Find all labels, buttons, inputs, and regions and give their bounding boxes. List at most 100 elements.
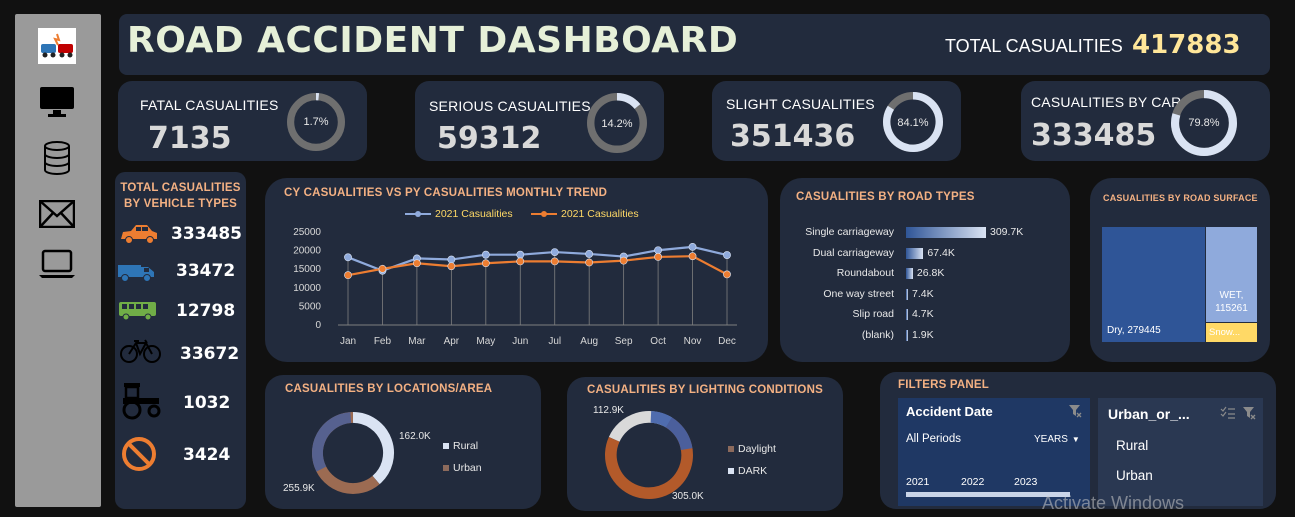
road-type-value: 26.8K xyxy=(916,267,945,280)
kpi-card-serious: SERIOUS CASUALITIES 59312 14.2% xyxy=(415,81,664,161)
data-point xyxy=(344,253,352,262)
location-value-urban: 255.9K xyxy=(283,483,315,494)
data-point xyxy=(585,250,594,258)
lighting-value-daylight: 305.0K xyxy=(672,491,704,502)
x-tick-label: Jan xyxy=(340,336,356,347)
monitor-icon[interactable] xyxy=(37,84,77,120)
data-point xyxy=(413,259,421,268)
road-type-bar xyxy=(906,330,908,341)
road-type-bar xyxy=(906,288,908,300)
laptop-icon[interactable] xyxy=(37,246,77,282)
vehicle-value-other: 3424 xyxy=(183,445,231,465)
database-icon[interactable] xyxy=(37,140,77,176)
kpi-card-car: CASUALITIES BY CAR 333485 79.8% xyxy=(1021,81,1270,161)
urban-rural-slicer[interactable]: Urban_or_... Rural Urban xyxy=(1098,398,1263,506)
data-point xyxy=(516,250,525,259)
accident-date-title: Accident Date xyxy=(906,404,993,419)
location-value-rural: 162.0K xyxy=(399,431,431,442)
kpi-donut-label: 84.1% xyxy=(897,117,929,129)
lighting-value-dark: 112.9K xyxy=(593,405,624,416)
series-line xyxy=(347,255,728,277)
mail-icon[interactable] xyxy=(37,196,77,232)
page-title: ROAD ACCIDENT DASHBOARD xyxy=(127,20,739,61)
road-type-bar xyxy=(906,247,924,259)
clear-filter-icon[interactable] xyxy=(1068,404,1082,418)
option-rural[interactable]: Rural xyxy=(1116,438,1148,453)
filters-panel: FILTERS PANEL Accident Date All Periods … xyxy=(880,372,1276,509)
road-type-value: 67.4K xyxy=(927,246,955,259)
data-point xyxy=(654,246,662,255)
year-label[interactable]: 2021 xyxy=(906,476,929,488)
data-point xyxy=(516,257,525,266)
road-type-bar xyxy=(906,309,908,321)
legend-dark: DARK xyxy=(738,465,768,477)
data-point xyxy=(688,252,697,261)
data-point xyxy=(723,270,731,279)
road-type-value: 4.7K xyxy=(912,308,934,321)
x-tick-label: Aug xyxy=(580,336,598,347)
van-icon xyxy=(118,265,154,282)
sidebar xyxy=(15,14,101,507)
urban-rural-title: Urban_or_... xyxy=(1108,406,1190,422)
donut-fill xyxy=(616,93,641,110)
kpi-value: 351436 xyxy=(730,119,856,154)
y-tick-label: 5000 xyxy=(299,301,322,312)
road-type-bar xyxy=(906,268,913,280)
filters-title: FILTERS PANEL xyxy=(898,379,989,391)
kpi-label: CASUALITIES BY CAR xyxy=(1031,94,1182,110)
data-point xyxy=(654,253,662,261)
legend-label: 2021 Casualities xyxy=(561,208,639,220)
legend-swatch-urban xyxy=(443,465,449,471)
chevron-down-icon: ▼ xyxy=(1071,435,1080,444)
year-label[interactable]: 2023 xyxy=(1014,476,1037,488)
x-tick-label: Sep xyxy=(615,336,633,347)
accident-logo-icon[interactable] xyxy=(37,28,77,64)
x-tick-label: Nov xyxy=(684,336,702,347)
x-tick-label: Jun xyxy=(512,336,528,347)
y-tick-label: 0 xyxy=(315,320,321,331)
data-point xyxy=(550,257,559,266)
activate-windows-watermark: Activate Windows xyxy=(1042,493,1185,513)
legend-daylight: Daylight xyxy=(738,443,776,455)
donut-segment xyxy=(352,412,394,485)
location-panel: CASUALITIES BY LOCATIONS/AREA 162.0K 255… xyxy=(265,375,541,509)
vehicle-types-panel: TOTAL CASUALITIES BY VEHICLE TYPES 33348… xyxy=(115,172,246,509)
data-point xyxy=(447,262,456,271)
legend-marker xyxy=(541,211,547,217)
road-surface-panel: CASUALITIES BY ROAD SURFACE Dry, 279445 … xyxy=(1090,178,1270,362)
kpi-card-slight: SLIGHT CASUALITIES 351436 84.1% xyxy=(712,81,961,161)
x-tick-label: Jul xyxy=(548,336,561,347)
legend-urban: Urban xyxy=(453,462,482,474)
donut-tint xyxy=(650,411,693,451)
header-bar: ROAD ACCIDENT DASHBOARD TOTAL CASUALITIE… xyxy=(119,14,1270,75)
y-tick-label: 20000 xyxy=(293,246,321,257)
granularity-dropdown[interactable]: YEARS ▼ xyxy=(1034,434,1080,445)
kpi-donut-label: 79.8% xyxy=(1188,117,1220,129)
bus-icon xyxy=(119,302,156,321)
data-point xyxy=(378,264,387,273)
road-type-label: Dual carriageway xyxy=(812,246,894,259)
option-urban[interactable]: Urban xyxy=(1116,468,1153,483)
road-type-value: 309.7K xyxy=(990,226,1024,238)
data-point xyxy=(585,258,594,267)
lighting-title: CASUALITIES BY LIGHTING CONDITIONS xyxy=(587,384,823,396)
year-label[interactable]: 2022 xyxy=(961,476,984,488)
road-type-value: 1.9K xyxy=(912,329,934,341)
clear-filter-icon[interactable] xyxy=(1242,406,1256,420)
accident-date-slicer[interactable]: Accident Date All Periods YEARS ▼ 2021 20… xyxy=(898,398,1090,506)
vehicle-types-title: TOTAL CASUALITIES xyxy=(120,182,241,194)
vehicle-types-subtitle: BY VEHICLE TYPES xyxy=(124,198,237,210)
treemap-wet: WET, 115261 xyxy=(1206,227,1257,322)
x-tick-label: Oct xyxy=(650,336,666,347)
granularity-label: YEARS xyxy=(1034,434,1068,445)
vehicle-value-car: 333485 xyxy=(171,224,242,244)
treemap-dry: Dry, 279445 xyxy=(1102,227,1205,342)
road-type-label: Roundabout xyxy=(836,267,894,280)
data-point xyxy=(481,259,490,268)
road-types-panel: CASUALITIES BY ROAD TYPES Single carriag… xyxy=(780,178,1070,362)
accident-date-period[interactable]: All Periods xyxy=(906,433,961,445)
legend-swatch-dark xyxy=(728,468,734,474)
select-all-icon[interactable] xyxy=(1220,406,1236,420)
data-point xyxy=(447,255,456,264)
series-line xyxy=(347,245,728,272)
